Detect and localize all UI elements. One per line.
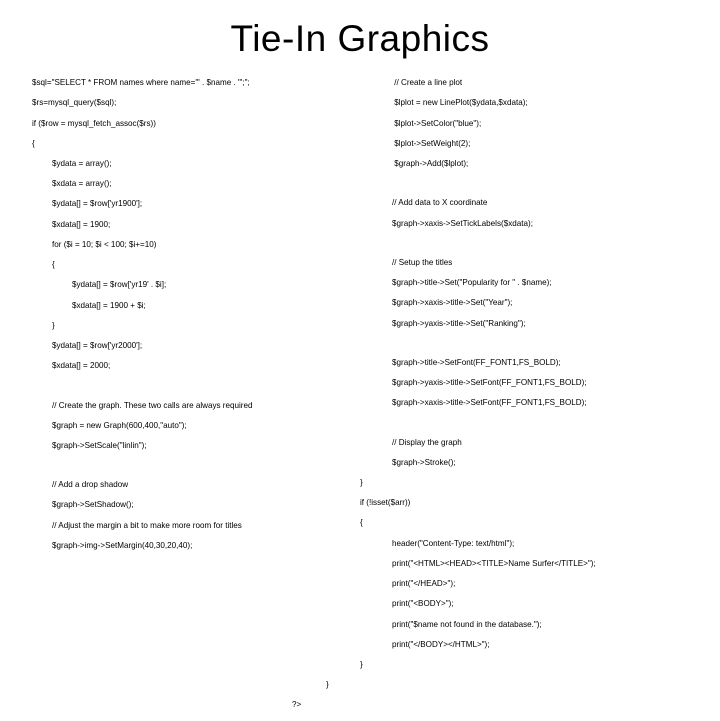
code-line: } [360, 660, 688, 670]
code-line: { [360, 518, 688, 528]
code-columns: $sql="SELECT * FROM names where name='" … [0, 68, 720, 721]
code-left-column: $sql="SELECT * FROM names where name='" … [32, 68, 342, 721]
code-line: // Create the graph. These two calls are… [32, 401, 342, 411]
code-line: print("<HTML><HEAD><TITLE>Name Surfer</T… [392, 559, 688, 569]
code-line: $graph->Stroke(); [392, 458, 688, 468]
code-line: $ydata = array(); [32, 159, 342, 169]
code-line: $ydata[] = $row['yr2000']; [32, 341, 342, 351]
code-line: $lplot->SetColor("blue"); [392, 119, 688, 129]
code-line: $xdata = array(); [32, 179, 342, 189]
code-line: $graph->xaxis->title->SetFont(FF_FONT1,F… [392, 398, 688, 408]
code-line: // Adjust the margin a bit to make more … [32, 521, 342, 531]
code-line: $graph->SetShadow(); [32, 500, 342, 510]
code-line: $xdata[] = 2000; [32, 361, 342, 371]
code-line: // Add data to X coordinate [392, 198, 688, 208]
code-line: ?> [292, 700, 688, 710]
code-line: { [32, 260, 342, 270]
code-line: $graph->xaxis->title->Set("Year"); [392, 298, 688, 308]
code-line: print("$name not found in the database."… [392, 620, 688, 630]
code-line: } [360, 478, 688, 488]
code-line: { [32, 139, 342, 149]
code-line: // Add a drop shadow [32, 480, 342, 490]
code-line: $xdata[] = 1900 + $i; [32, 301, 342, 311]
code-line: if ($row = mysql_fetch_assoc($rs)) [32, 119, 342, 129]
code-line: $lplot->SetWeight(2); [392, 139, 688, 149]
slide-title: Tie-In Graphics [0, 0, 720, 68]
code-line: $graph->yaxis->title->Set("Ranking"); [392, 319, 688, 329]
code-line: $ydata[] = $row['yr1900']; [32, 199, 342, 209]
code-line: $rs=mysql_query($sql); [32, 98, 342, 108]
code-line: $ydata[] = $row['yr19' . $i]; [32, 280, 342, 290]
code-line: $graph->SetScale("linlin"); [32, 441, 342, 451]
code-line: $graph->Add($lplot); [392, 159, 688, 169]
code-line: $lplot = new LinePlot($ydata,$xdata); [392, 98, 688, 108]
code-line: // Create a line plot [392, 78, 688, 88]
code-line: print("</BODY></HTML>"); [392, 640, 688, 650]
code-line: } [326, 680, 688, 690]
code-line: $graph->title->SetFont(FF_FONT1,FS_BOLD)… [392, 358, 688, 368]
code-line: $xdata[] = 1900; [32, 220, 342, 230]
code-line: // Setup the titles [392, 258, 688, 268]
code-right-column: // Create a line plot $lplot = new LineP… [382, 68, 688, 721]
code-line: $graph->yaxis->title->SetFont(FF_FONT1,F… [392, 378, 688, 388]
code-line: // Display the graph [392, 438, 688, 448]
code-line: $graph = new Graph(600,400,"auto"); [32, 421, 342, 431]
code-line: $graph->xaxis->SetTickLabels($xdata); [392, 219, 688, 229]
code-line: if (!isset($arr)) [360, 498, 688, 508]
code-line: $sql="SELECT * FROM names where name='" … [32, 78, 342, 88]
code-line: } [32, 321, 342, 331]
code-line: for ($i = 10; $i < 100; $i+=10) [32, 240, 342, 250]
code-line: print("</HEAD>"); [392, 579, 688, 589]
code-line: header("Content-Type: text/html"); [392, 539, 688, 549]
code-line: $graph->img->SetMargin(40,30,20,40); [32, 541, 342, 551]
code-line: $graph->title->Set("Popularity for " . $… [392, 278, 688, 288]
code-line: print("<BODY>"); [392, 599, 688, 609]
